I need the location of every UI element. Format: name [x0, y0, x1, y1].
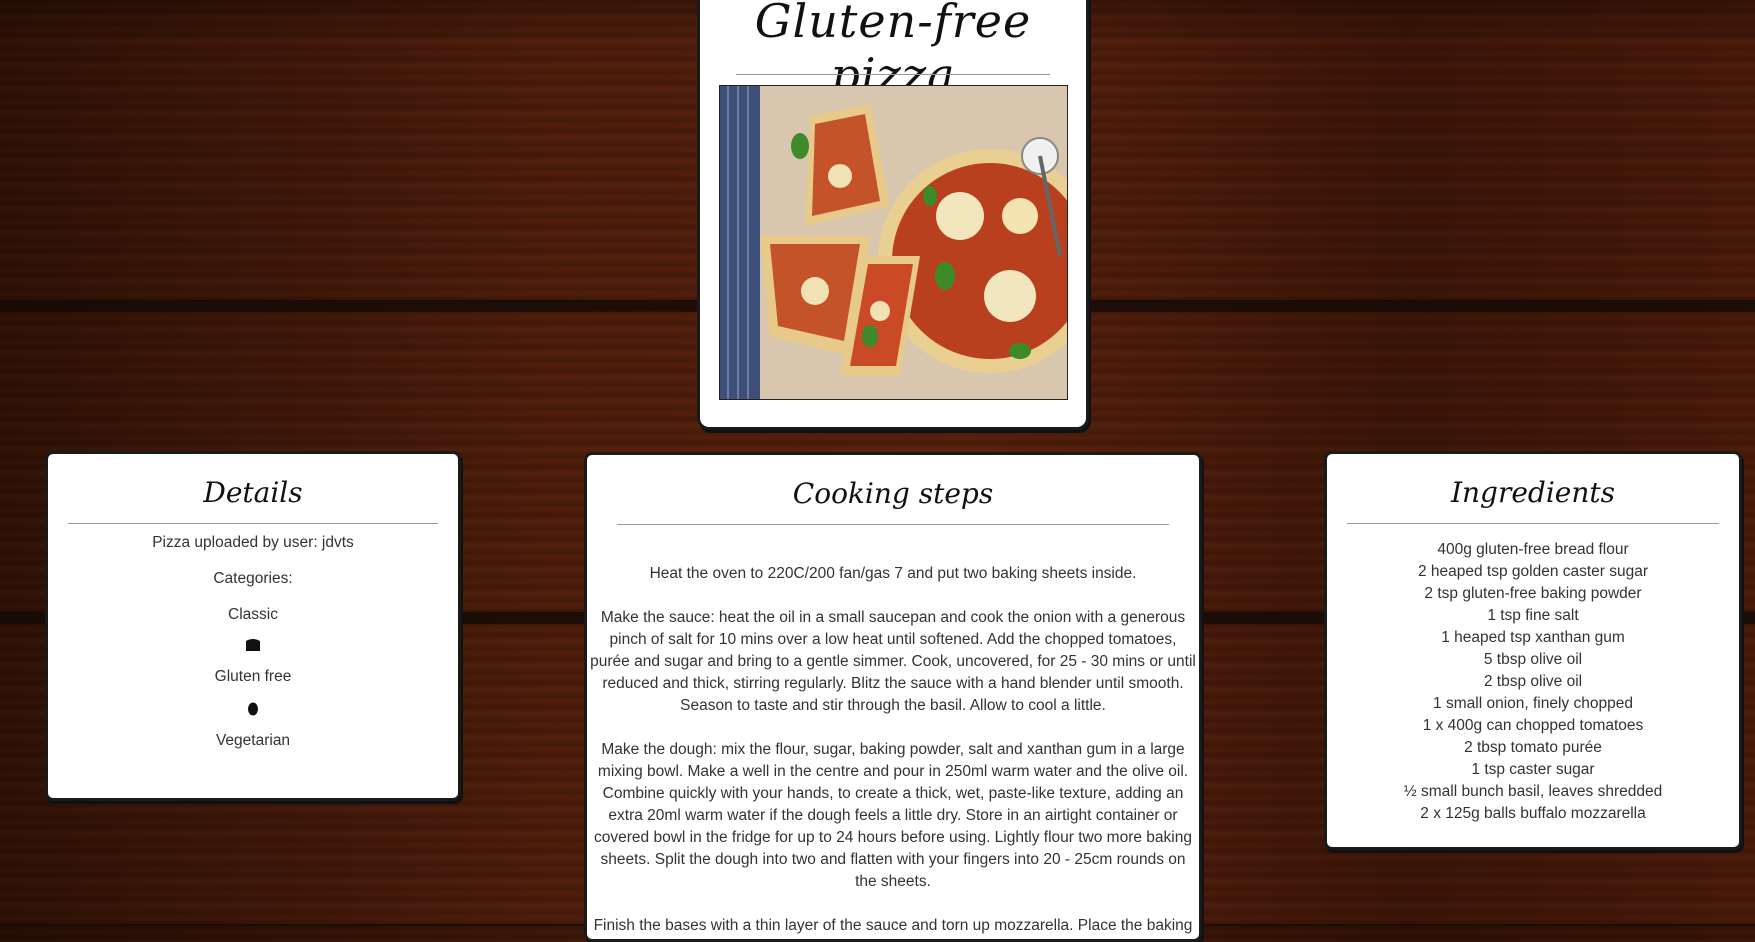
category-gluten-free: Gluten free — [214, 668, 292, 685]
grain-icon — [48, 700, 458, 720]
ingredient-item: 1 small onion, finely chopped — [1433, 695, 1633, 712]
pizza-photo-illustration — [720, 86, 1067, 399]
ingredient-item: ½ small bunch basil, leaves shredded — [1403, 783, 1663, 800]
ingredients-divider — [1347, 523, 1719, 524]
cooking-step: Make the dough: mix the flour, sugar, ba… — [594, 741, 1192, 890]
ingredient-item: 1 tsp fine salt — [1487, 607, 1579, 624]
ingredient-item: 2 tsp gluten-free baking powder — [1424, 585, 1642, 602]
ingredient-item: 5 tbsp olive oil — [1483, 651, 1583, 668]
ingredients-heading: Ingredients — [1450, 476, 1616, 509]
cooking-step: Finish the bases with a thin layer of th… — [593, 917, 1193, 934]
cooking-step: Make the sauce: heat the oil in a small … — [590, 609, 1196, 714]
categories-label: Categories: — [213, 570, 293, 587]
category-classic: Classic — [228, 606, 278, 623]
ingredient-item: 400g gluten-free bread flour — [1437, 541, 1629, 558]
ingredient-item: 1 tsp caster sugar — [1471, 761, 1595, 778]
details-card: Details Pizza uploaded by user: jdvts Ca… — [45, 451, 461, 801]
cooking-steps-card: Cooking steps Heat the oven to 220C/200 … — [584, 452, 1202, 942]
details-divider — [68, 523, 438, 524]
uploaded-by-text: Pizza uploaded by user: jdvts — [152, 534, 354, 551]
steps-list: Heat the oven to 220C/200 fan/gas 7 and … — [587, 563, 1199, 937]
pizza-photo — [719, 85, 1068, 400]
title-divider — [736, 74, 1050, 75]
ingredient-item: 1 x 400g can chopped tomatoes — [1422, 717, 1644, 734]
ingredients-card: Ingredients 400g gluten-free bread flour… — [1324, 451, 1742, 850]
cooking-steps-heading: Cooking steps — [792, 477, 994, 510]
details-heading: Details — [203, 476, 303, 509]
ingredients-list: 400g gluten-free bread flour 2 heaped ts… — [1327, 539, 1739, 825]
cooking-step: Heat the oven to 220C/200 fan/gas 7 and … — [649, 565, 1137, 582]
pizza-crust-icon — [48, 638, 458, 656]
recipe-title-card: Gluten-free pizza — [697, 0, 1089, 430]
ingredient-item: 2 x 125g balls buffalo mozzarella — [1420, 805, 1646, 822]
ingredient-item: 1 heaped tsp xanthan gum — [1441, 629, 1625, 646]
steps-divider — [617, 524, 1169, 525]
ingredient-item: 2 tbsp olive oil — [1483, 673, 1583, 690]
ingredient-item: 2 tbsp tomato purée — [1464, 739, 1602, 756]
category-vegetarian: Vegetarian — [215, 732, 291, 749]
ingredient-item: 2 heaped tsp golden caster sugar — [1417, 563, 1649, 580]
